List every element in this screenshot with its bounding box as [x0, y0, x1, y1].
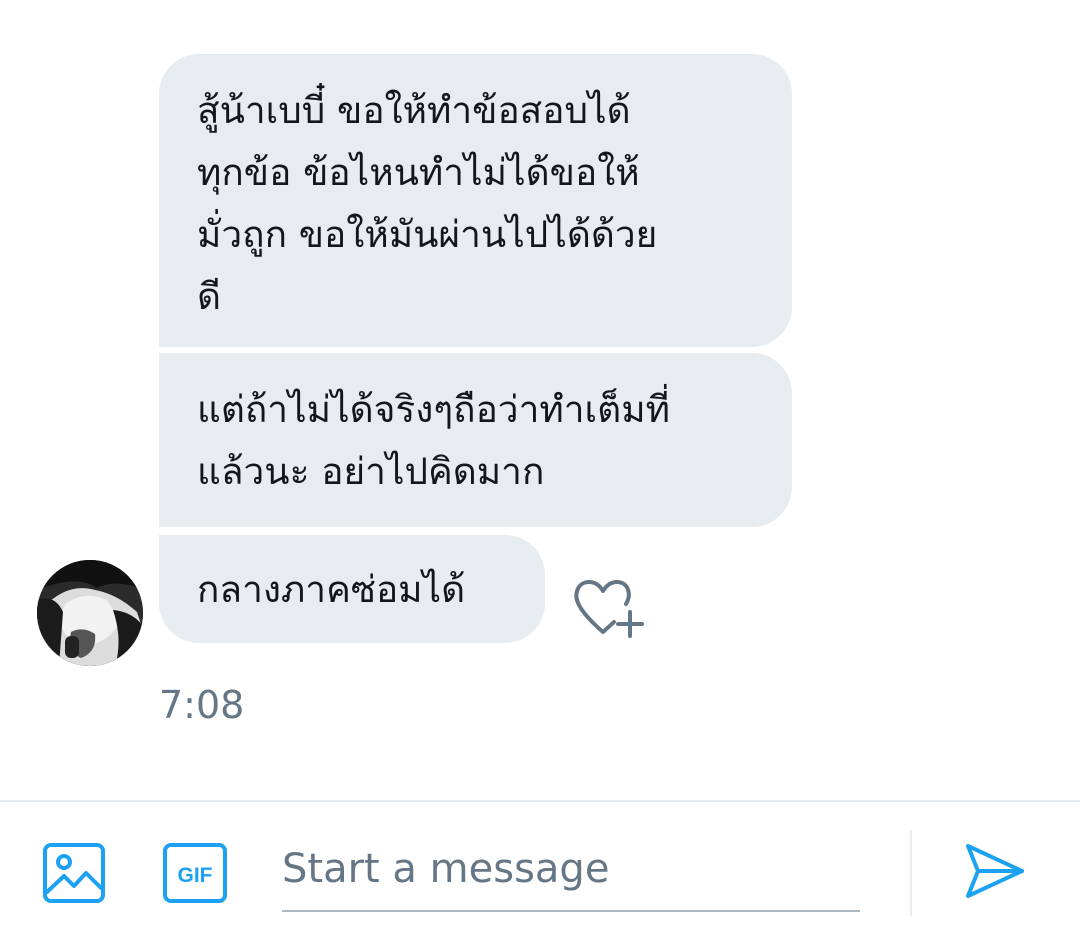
gif-label: GIF — [178, 864, 213, 887]
gif-icon: GIF — [163, 843, 227, 903]
add-image-button[interactable] — [40, 840, 108, 906]
message-bubble[interactable]: แต่ถ้าไม่ได้จริงๆถือว่าทำเต็มที่ แล้วนะ … — [159, 353, 792, 527]
add-gif-button[interactable]: GIF — [160, 840, 230, 906]
avatar[interactable] — [37, 560, 143, 666]
composer-divider — [0, 800, 1080, 802]
message-timestamp: 7:08 — [159, 683, 245, 727]
message-input[interactable] — [282, 828, 860, 912]
send-icon — [966, 844, 1024, 898]
send-button[interactable] — [962, 838, 1028, 904]
avatar-photo — [37, 560, 143, 666]
image-icon — [43, 843, 105, 903]
message-bubble[interactable]: กลางภาคซ่อมได้ — [159, 535, 545, 643]
send-divider — [910, 830, 912, 916]
react-heart-button[interactable] — [570, 574, 646, 644]
heart-plus-icon — [574, 580, 644, 638]
message-bubble[interactable]: สู้น้าเบบี๋ ขอให้ทำข้อสอบได้ ทุกข้อ ข้อไ… — [159, 54, 792, 347]
